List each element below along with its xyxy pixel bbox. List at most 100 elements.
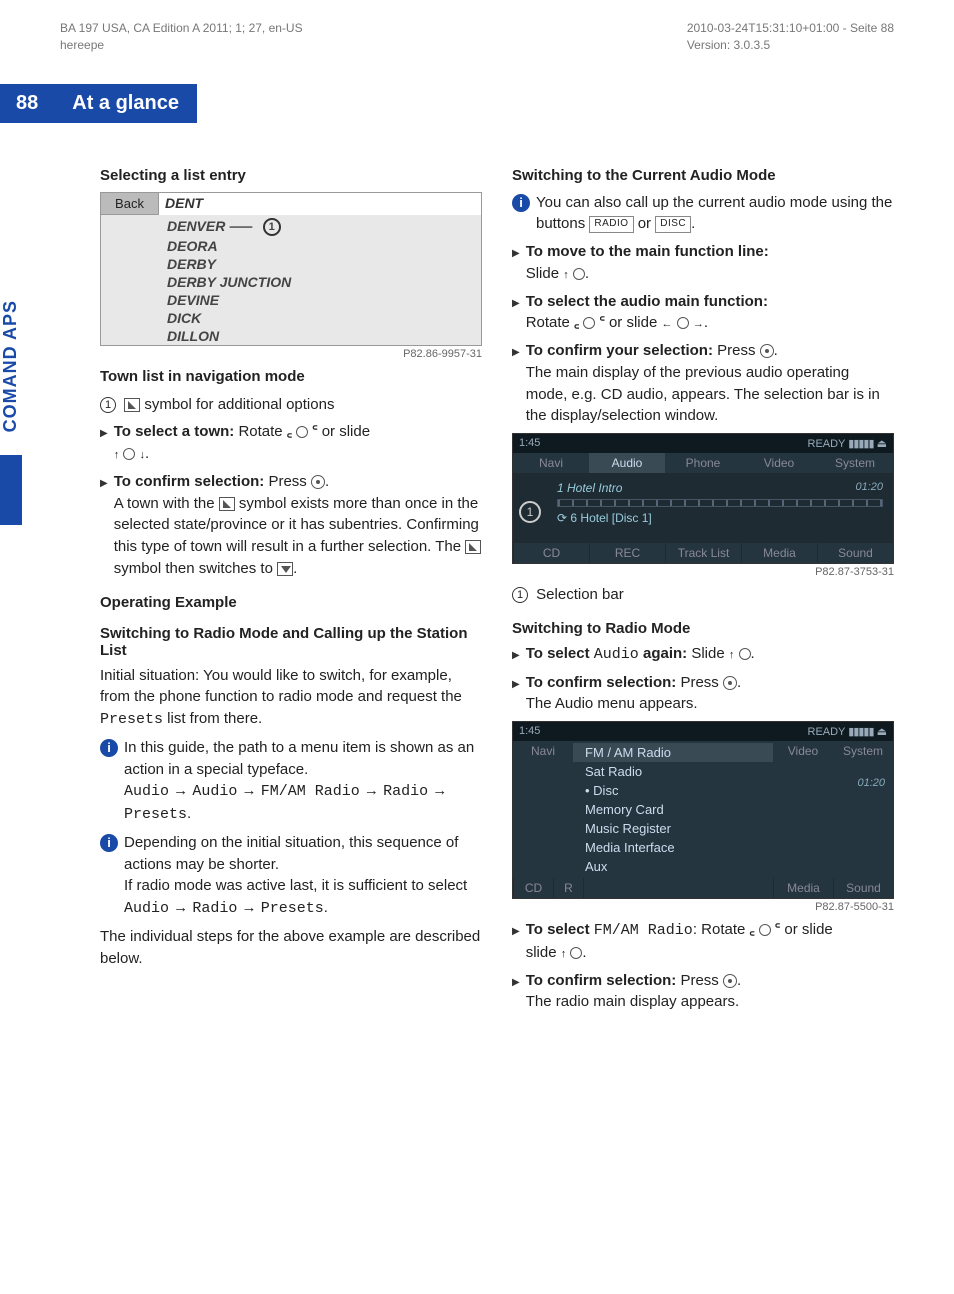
signal-icon: ▮▮▮▮▮ (848, 725, 873, 738)
comand-tab: Video (773, 741, 833, 878)
controller-icon (677, 317, 689, 329)
comand-tab: Navi (513, 741, 573, 878)
step-select-audio-again: To select Audio again: Slide ↑ . (512, 643, 894, 666)
comand-bottom-tab: Sound (817, 543, 893, 563)
comand-bottom-tab: CD (513, 878, 553, 898)
heading-switch-radio-mode: Switching to Radio Mode (512, 620, 894, 637)
comand-bottom-tab: Track List (665, 543, 741, 563)
triangle-icon (465, 540, 481, 554)
progress-bar (557, 499, 883, 507)
step-confirm-selection-2: To confirm selection: Press . The Audio … (512, 672, 894, 716)
info-icon: i (100, 739, 118, 757)
comand-ready: READY (808, 726, 846, 738)
comand-bottom-tab: R (553, 878, 583, 898)
signal-icon: ▮▮▮▮▮ (848, 437, 873, 450)
bullet-arrow-icon (100, 471, 108, 580)
page-number: 88 (0, 84, 54, 123)
list-top-cell: DENT (159, 193, 209, 215)
radio-button-icon: RADIO (589, 216, 633, 233)
figure-caption: P82.87-3753-31 (512, 566, 894, 578)
step-select-audio-main: To select the audio main function: Rotat… (512, 291, 894, 335)
side-tab-bar (0, 455, 22, 525)
bullet-arrow-icon (512, 672, 520, 716)
comand-time: 1:45 (519, 725, 540, 738)
info-note-2: i Depending on the initial situation, th… (100, 832, 482, 920)
step-confirm-selection-3: To confirm selection: Press . The radio … (512, 970, 894, 1014)
list-item: DEORA (101, 237, 481, 255)
disc-button-icon: DISC (655, 216, 691, 233)
bullet-arrow-icon (512, 919, 520, 964)
list-item: DEVINE (101, 291, 481, 309)
heading-switch-current-audio: Switching to the Current Audio Mode (512, 167, 894, 184)
list-item: DILLON (101, 327, 481, 345)
list-item: DICK (101, 309, 481, 327)
town-list-figure: Back DENT DENVER ⸺1 DEORA DERBY DERBY JU… (100, 192, 482, 346)
press-icon (723, 974, 737, 988)
step-confirm-selection: To confirm selection: Press . A town wit… (100, 471, 482, 580)
comand-tab: System (817, 453, 893, 473)
comand-menu-item: Memory Card (573, 800, 773, 819)
left-column: Selecting a list entry Back DENT DENVER … (100, 153, 482, 1020)
step-confirm-your-selection: To confirm your selection: Press . The m… (512, 340, 894, 427)
comand-bottom-tab: Media (741, 543, 817, 563)
header-left: BA 197 USA, CA Edition A 2011; 1; 27, en… (60, 20, 303, 54)
controller-icon (123, 448, 135, 460)
list-back-cell: Back (101, 193, 159, 215)
step-select-fm-am: To select FM/AM Radio: Rotate ꜀ ꜂ or sli… (512, 919, 894, 964)
controller-icon (739, 648, 751, 660)
triangle-down-icon (277, 562, 293, 576)
info-icon: i (512, 194, 530, 212)
header-left-line1: BA 197 USA, CA Edition A 2011; 1; 27, en… (60, 20, 303, 37)
town-list-caption: Town list in navigation mode (100, 366, 482, 388)
header-left-line2: hereepe (60, 37, 303, 54)
header-right: 2010-03-24T15:31:10+01:00 - Seite 88 Ver… (687, 20, 894, 54)
bullet-arrow-icon (512, 643, 520, 666)
figure-caption: P82.87-5500-31 (512, 901, 894, 913)
comand-tab: System (833, 741, 893, 878)
list-item: DERBY JUNCTION (101, 273, 481, 291)
controller-icon (296, 426, 308, 438)
comand-bottom-tab: REC (589, 543, 665, 563)
bullet-arrow-icon (512, 241, 520, 285)
list-item: DERBY (101, 255, 481, 273)
press-icon (311, 475, 325, 489)
callout-1-icon: 1 (519, 501, 541, 523)
document-page: BA 197 USA, CA Edition A 2011; 1; 27, en… (0, 0, 954, 1059)
step-move-main-function: To move to the main function line: Slide… (512, 241, 894, 285)
step-select-town: To select a town: Rotate ꜀ ꜂ or slide ↑ … (100, 421, 482, 465)
comand-menu-item: Sat Radio (573, 762, 773, 781)
header-right-line1: 2010-03-24T15:31:10+01:00 - Seite 88 (687, 20, 894, 37)
press-icon (723, 676, 737, 690)
heading-switch-radio: Switching to Radio Mode and Calling up t… (100, 625, 482, 659)
comand-time: 1:45 (519, 437, 540, 450)
comand-menu-item: • Disc (573, 781, 773, 800)
comand-display-1: 1:45 READY ▮▮▮▮▮ ⏏ Navi Audio Phone Vide… (512, 433, 894, 564)
callout-1-icon: 1 (263, 218, 281, 236)
triangle-icon (219, 497, 235, 511)
controller-icon (570, 947, 582, 959)
heading-operating-example: Operating Example (100, 594, 482, 611)
para-initial-situation: Initial situation: You would like to swi… (100, 665, 482, 731)
comand-tab: Audio (589, 453, 665, 473)
heading-selecting-list: Selecting a list entry (100, 167, 482, 184)
comand-ready: READY (808, 438, 846, 450)
comand-bottom-tab: Media (773, 878, 833, 898)
controller-icon (573, 268, 585, 280)
header-right-line2: Version: 3.0.3.5 (687, 37, 894, 54)
comand-subtitle: ⟳ 6 Hotel [Disc 1] (523, 511, 883, 525)
circled-1-icon: 1 (512, 587, 528, 603)
side-tab-label: COMAND APS (0, 300, 21, 432)
chapter-title: At a glance (54, 84, 197, 123)
triangle-icon (124, 398, 140, 412)
chapter-banner: 88 At a glance (0, 84, 894, 123)
callout-1-selection-bar: 1 Selection bar (512, 584, 894, 606)
press-icon (760, 344, 774, 358)
bullet-arrow-icon (100, 421, 108, 465)
comand-bottom-tab: Sound (833, 878, 893, 898)
comand-tab: Phone (665, 453, 741, 473)
circled-1-icon: 1 (100, 397, 116, 413)
comand-track-time: 01:20 (855, 481, 883, 493)
info-icon: i (100, 834, 118, 852)
bullet-arrow-icon (512, 291, 520, 335)
info-note-1: i In this guide, the path to a menu item… (100, 737, 482, 826)
